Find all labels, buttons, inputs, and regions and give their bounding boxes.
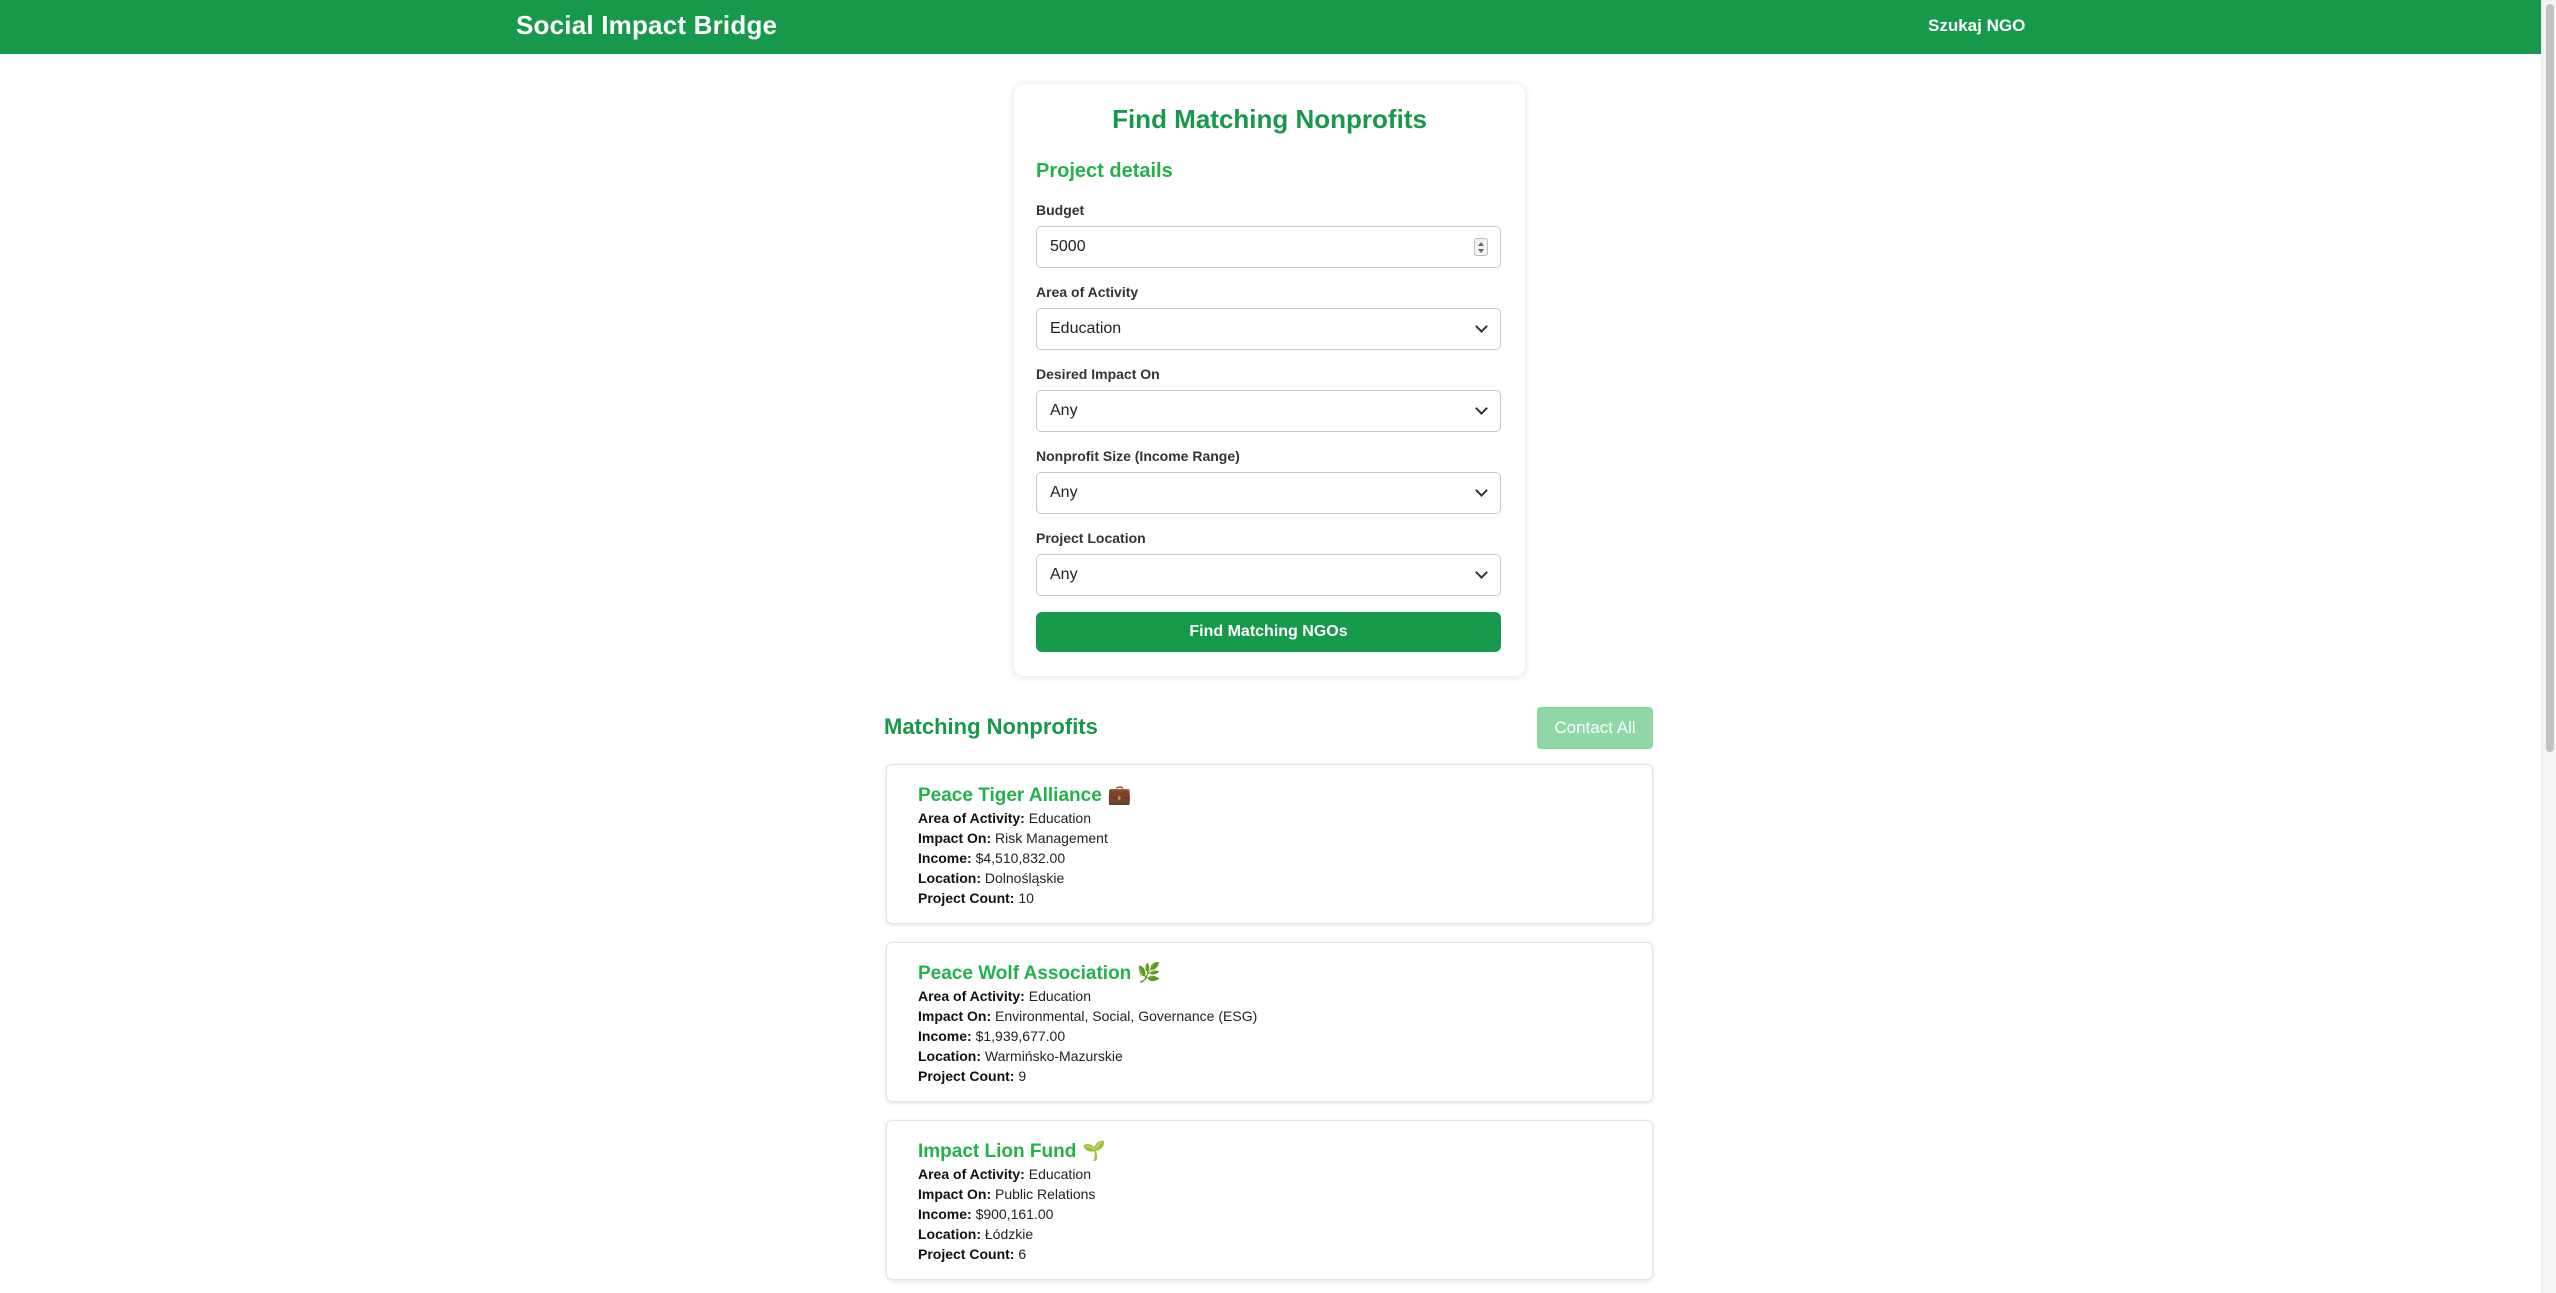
ngo-card[interactable]: Peace Tiger Alliance 💼 Area of Activity: … (886, 764, 1653, 924)
chevron-down-icon (1475, 320, 1488, 333)
page-scrollbar[interactable] (2541, 0, 2556, 1293)
nav-link-search-ngo[interactable]: Szukaj NGO (1928, 16, 2025, 36)
search-form-card: Find Matching Nonprofits Project details… (1014, 84, 1525, 676)
ngo-income-row: Income: $1,939,677.00 (918, 1028, 1066, 1044)
ngo-project-count-row: Project Count: 6 (918, 1246, 1027, 1262)
ngo-impact-row: Impact On: Risk Management (918, 830, 1108, 846)
ngo-name[interactable]: Peace Tiger Alliance 💼 (918, 783, 1131, 807)
ngo-income-row: Income: $900,161.00 (918, 1206, 1054, 1222)
project-location-select[interactable]: Any (1036, 554, 1501, 596)
ngo-location-row: Location: Warmińsko-Mazurskie (918, 1048, 1123, 1064)
ngo-location-row: Location: Dolnośląskie (918, 870, 1065, 886)
area-of-activity-value: Education (1050, 320, 1122, 337)
budget-input[interactable]: 5000 (1036, 226, 1501, 268)
ngo-card[interactable]: Peace Wolf Association 🌿 Area of Activity… (886, 942, 1653, 1102)
section-title-project-details: Project details (1036, 160, 1173, 182)
desired-impact-label: Desired Impact On (1036, 366, 1160, 382)
results-title: Matching Nonprofits (884, 714, 1098, 739)
project-location-label: Project Location (1036, 530, 1146, 546)
ngo-area-row: Area of Activity: Education (918, 988, 1092, 1004)
chevron-down-icon (1475, 402, 1488, 415)
find-matching-ngos-button[interactable]: Find Matching NGOs (1036, 612, 1501, 652)
ngo-impact-row: Impact On: Environmental, Social, Govern… (918, 1008, 1258, 1024)
budget-label: Budget (1036, 202, 1085, 218)
chevron-down-icon (1475, 484, 1488, 497)
ngo-area-row: Area of Activity: Education (918, 810, 1092, 826)
ngo-name[interactable]: Peace Wolf Association 🌿 (918, 961, 1161, 985)
ngo-project-count-row: Project Count: 9 (918, 1068, 1027, 1084)
brand-logo-text[interactable]: Social Impact Bridge (516, 10, 777, 41)
nonprofit-size-value: Any (1050, 484, 1078, 501)
ngo-card[interactable]: Impact Lion Fund 🌱 Area of Activity: Educ… (886, 1120, 1653, 1280)
ngo-name[interactable]: Impact Lion Fund 🌱 (918, 1139, 1106, 1163)
herb-icon: 🌿 (1137, 963, 1161, 984)
chevron-down-icon (1475, 566, 1488, 579)
top-navbar: Social Impact Bridge Szukaj NGO (0, 0, 2541, 54)
number-spinner-icon[interactable] (1474, 238, 1488, 256)
seedling-icon: 🌱 (1082, 1141, 1106, 1162)
nonprofit-size-label: Nonprofit Size (Income Range) (1036, 448, 1240, 464)
project-location-value: Any (1050, 566, 1078, 583)
desired-impact-select[interactable]: Any (1036, 390, 1501, 432)
ngo-impact-row: Impact On: Public Relations (918, 1186, 1096, 1202)
briefcase-icon: 💼 (1107, 785, 1132, 806)
scrollbar-thumb[interactable] (2546, 4, 2554, 752)
desired-impact-value: Any (1050, 402, 1078, 419)
ngo-project-count-row: Project Count: 10 (918, 890, 1034, 906)
area-of-activity-select[interactable]: Education (1036, 308, 1501, 350)
budget-value: 5000 (1050, 238, 1086, 255)
ngo-location-row: Location: Łódzkie (918, 1226, 1034, 1242)
contact-all-button[interactable]: Contact All (1537, 707, 1653, 749)
form-title: Find Matching Nonprofits (1112, 104, 1427, 134)
nonprofit-size-select[interactable]: Any (1036, 472, 1501, 514)
ngo-income-row: Income: $4,510,832.00 (918, 850, 1066, 866)
ngo-area-row: Area of Activity: Education (918, 1166, 1092, 1182)
area-of-activity-label: Area of Activity (1036, 284, 1139, 300)
